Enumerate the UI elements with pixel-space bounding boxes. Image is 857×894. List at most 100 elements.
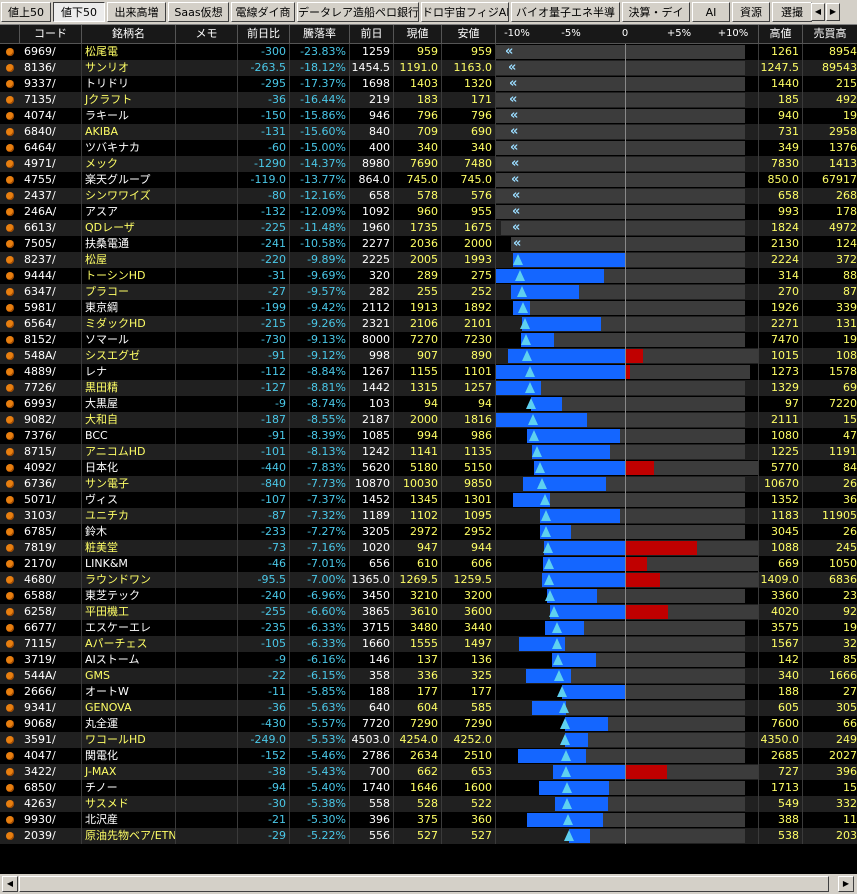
header-drop-pct[interactable]: 騰落率 xyxy=(290,25,350,43)
table-row[interactable]: 4263/サスメド -30 -5.38% 558 528 522 549 332 xyxy=(0,796,857,812)
memo-cell[interactable] xyxy=(176,716,238,732)
memo-cell[interactable] xyxy=(176,604,238,620)
table-row[interactable]: 7115/Aパーチェス -105 -6.33% 1660 1555 1497 1567 32 xyxy=(0,636,857,652)
tab-2[interactable]: 出来高増 xyxy=(107,2,166,22)
table-row[interactable]: 4092/日本化 -440 -7.83% 5620 5180 5150 5770 84 xyxy=(0,460,857,476)
table-row[interactable]: 2039/原油先物ベア/ETN -29 -5.22% 556 527 527 538 203 xyxy=(0,828,857,844)
table-row[interactable]: 246A/アスア -132 -12.09% 1092 960 955 « 993 178 xyxy=(0,204,857,220)
table-row[interactable]: 4755/楽天グループ -119.0 -13.77% 864.0 745.0 745.0 «… xyxy=(0,172,857,188)
header-current[interactable]: 現値 xyxy=(394,25,442,43)
scroll-thumb[interactable] xyxy=(19,876,829,892)
memo-cell[interactable] xyxy=(176,700,238,716)
table-row[interactable]: 3103/ユニチカ -87 -7.32% 1189 1102 1095 1183 11905 xyxy=(0,508,857,524)
memo-cell[interactable] xyxy=(176,236,238,252)
memo-cell[interactable] xyxy=(176,204,238,220)
table-row[interactable]: 6613/QDレーザ -225 -11.48% 1960 1735 1675 « 1824 49… xyxy=(0,220,857,236)
table-row[interactable]: 4889/レナ -112 -8.84% 1267 1155 1101 1273 1578 xyxy=(0,364,857,380)
memo-cell[interactable] xyxy=(176,748,238,764)
memo-cell[interactable] xyxy=(176,348,238,364)
tab-10[interactable]: 資源 xyxy=(732,2,770,22)
memo-cell[interactable] xyxy=(176,220,238,236)
memo-cell[interactable] xyxy=(176,460,238,476)
memo-cell[interactable] xyxy=(176,428,238,444)
header-name[interactable]: 銘柄名 xyxy=(82,25,176,43)
table-row[interactable]: 544A/GMS -22 -6.15% 358 336 325 340 1666 xyxy=(0,668,857,684)
memo-cell[interactable] xyxy=(176,444,238,460)
memo-cell[interactable] xyxy=(176,172,238,188)
tab-1[interactable]: 値下50 xyxy=(53,2,105,22)
memo-cell[interactable] xyxy=(176,44,238,60)
table-row[interactable]: 6969/松尾電 -300 -23.83% 1259 959 959 «1261 8954 xyxy=(0,44,857,60)
memo-cell[interactable] xyxy=(176,380,238,396)
memo-cell[interactable] xyxy=(176,252,238,268)
memo-cell[interactable] xyxy=(176,188,238,204)
memo-cell[interactable] xyxy=(176,620,238,636)
memo-cell[interactable] xyxy=(176,524,238,540)
table-row[interactable]: 9444/トーシンHD -31 -9.69% 320 289 275 314 88 xyxy=(0,268,857,284)
table-row[interactable]: 2437/シンワワイズ -80 -12.16% 658 578 576 «658 268 xyxy=(0,188,857,204)
memo-cell[interactable] xyxy=(176,572,238,588)
tab-prev-icon[interactable]: ◀ xyxy=(811,3,825,21)
table-row[interactable]: 7726/黒田精 -127 -8.81% 1442 1315 1257 1329 69 xyxy=(0,380,857,396)
memo-cell[interactable] xyxy=(176,780,238,796)
tab-5[interactable]: データレア造船ペロ銀行 xyxy=(297,2,419,22)
tab-next-icon[interactable]: ▶ xyxy=(826,3,840,21)
memo-cell[interactable] xyxy=(176,668,238,684)
table-row[interactable]: 4971/メック -1290 -14.37% 8980 7690 7480 « 7830 141… xyxy=(0,156,857,172)
header-volume[interactable]: 売買高 xyxy=(803,25,857,43)
header-prev[interactable]: 前日 xyxy=(350,25,394,43)
header-low[interactable]: 安値 xyxy=(442,25,496,43)
memo-cell[interactable] xyxy=(176,124,238,140)
scroll-right-icon[interactable]: ▶ xyxy=(838,876,854,892)
tab-6[interactable]: ドロ宇宙フィジAI xyxy=(421,2,509,22)
memo-cell[interactable] xyxy=(176,60,238,76)
table-row[interactable]: 8136/サンリオ -263.5 -18.12% 1454.5 1191.0 1163.0… xyxy=(0,60,857,76)
memo-cell[interactable] xyxy=(176,764,238,780)
table-row[interactable]: 2666/オートW -11 -5.85% 188 177 177 188 27 xyxy=(0,684,857,700)
memo-cell[interactable] xyxy=(176,156,238,172)
memo-cell[interactable] xyxy=(176,108,238,124)
tab-9[interactable]: AI xyxy=(692,2,730,22)
table-row[interactable]: 7819/粧美堂 -73 -7.16% 1020 947 944 1088 245 xyxy=(0,540,857,556)
table-row[interactable]: 9930/北沢産 -21 -5.30% 396 375 360 388 11 xyxy=(0,812,857,828)
table-row[interactable]: 5071/ヴィス -107 -7.37% 1452 1345 1301 1352 36 xyxy=(0,492,857,508)
memo-cell[interactable] xyxy=(176,316,238,332)
memo-cell[interactable] xyxy=(176,812,238,828)
memo-cell[interactable] xyxy=(176,396,238,412)
memo-cell[interactable] xyxy=(176,284,238,300)
memo-cell[interactable] xyxy=(176,540,238,556)
table-row[interactable]: 9337/トリドリ -295 -17.37% 1698 1403 1320 « 1440 215 xyxy=(0,76,857,92)
table-row[interactable]: 3422/J-MAX -38 -5.43% 700 662 653 727 396 xyxy=(0,764,857,780)
memo-cell[interactable] xyxy=(176,268,238,284)
table-row[interactable]: 6258/平田機工 -255 -6.60% 3865 3610 3600 4020 92 xyxy=(0,604,857,620)
table-row[interactable]: 2170/LINK&M -46 -7.01% 656 610 606 669 1050 xyxy=(0,556,857,572)
header-code[interactable]: コード xyxy=(20,25,82,43)
memo-cell[interactable] xyxy=(176,796,238,812)
memo-cell[interactable] xyxy=(176,732,238,748)
memo-cell[interactable] xyxy=(176,684,238,700)
table-row[interactable]: 7505/扶桑電通 -241 -10.58% 2277 2036 2000 « 2130 124 xyxy=(0,236,857,252)
memo-cell[interactable] xyxy=(176,476,238,492)
table-row[interactable]: 6993/大黒屋 -9 -8.74% 103 94 94 97 7220 xyxy=(0,396,857,412)
table-row[interactable]: 6464/ツバキナカ -60 -15.00% 400 340 340 «349 1376 xyxy=(0,140,857,156)
table-row[interactable]: 3719/AIストーム -9 -6.16% 146 137 136 142 85 xyxy=(0,652,857,668)
memo-cell[interactable] xyxy=(176,364,238,380)
table-row[interactable]: 8715/アニコムHD -101 -8.13% 1242 1141 1135 1225 119… xyxy=(0,444,857,460)
table-row[interactable]: 8152/ソマール -730 -9.13% 8000 7270 7230 7470 19 xyxy=(0,332,857,348)
memo-cell[interactable] xyxy=(176,492,238,508)
table-row[interactable]: 6840/AKIBA -131 -15.60% 840 709 690 « 731 2958 xyxy=(0,124,857,140)
table-row[interactable]: 6850/チノー -94 -5.40% 1740 1646 1600 1713 15 xyxy=(0,780,857,796)
tab-7[interactable]: バイオ量子エネ半導 xyxy=(511,2,620,22)
table-row[interactable]: 8237/松屋 -220 -9.89% 2225 2005 1993 2224 372 xyxy=(0,252,857,268)
memo-cell[interactable] xyxy=(176,76,238,92)
table-row[interactable]: 7376/BCC -91 -8.39% 1085 994 986 1080 47 xyxy=(0,428,857,444)
table-row[interactable]: 4047/関電化 -152 -5.46% 2786 2634 2510 2685 2027 xyxy=(0,748,857,764)
tab-8[interactable]: 決算・デイ xyxy=(622,2,690,22)
tab-0[interactable]: 値上50 xyxy=(1,2,51,22)
table-row[interactable]: 9082/大和自 -187 -8.55% 2187 2000 1816 2111 15 xyxy=(0,412,857,428)
table-row[interactable]: 6785/鈴木 -233 -7.27% 3205 2972 2952 3045 26 xyxy=(0,524,857,540)
table-row[interactable]: 9068/丸全運 -430 -5.57% 7720 7290 7290 7600 66 xyxy=(0,716,857,732)
memo-cell[interactable] xyxy=(176,140,238,156)
table-row[interactable]: 7135/Jクラフト -36 -16.44% 219 183 171 « 185 492 xyxy=(0,92,857,108)
table-row[interactable]: 9341/GENOVA -36 -5.63% 640 604 585 605 305 xyxy=(0,700,857,716)
